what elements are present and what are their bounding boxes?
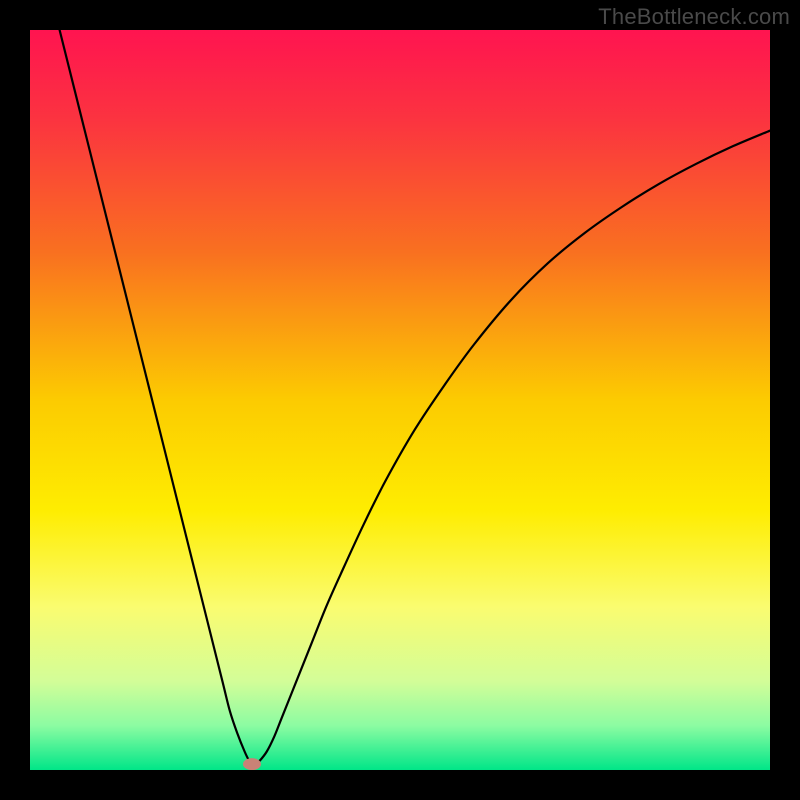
bottleneck-chart [30,30,770,770]
chart-frame: TheBottleneck.com [0,0,800,800]
gradient-background [30,30,770,770]
optimal-point-marker [243,758,261,770]
watermark-text: TheBottleneck.com [598,4,790,30]
plot-area [30,30,770,770]
